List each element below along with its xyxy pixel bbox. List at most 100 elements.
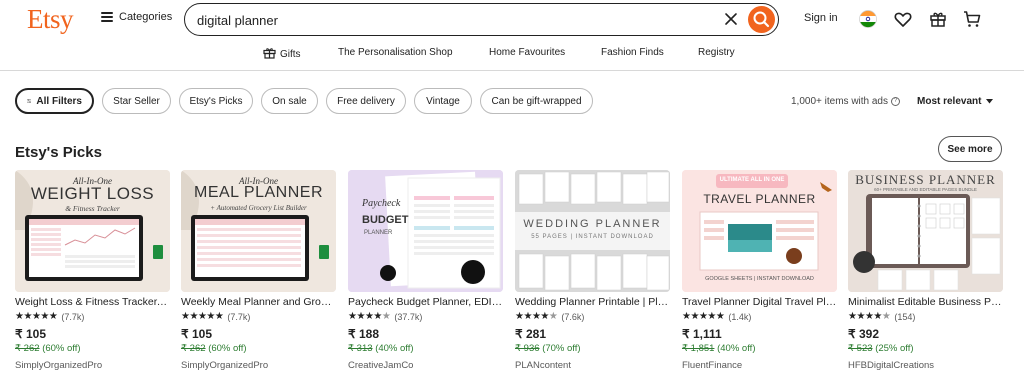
see-more-button[interactable]: See more [938,136,1002,162]
product-image[interactable]: ULTIMATE ALL IN ONE TRAVEL PLANNER GOOGL… [682,170,837,292]
shop-name[interactable]: CreativeJamCo [348,360,413,371]
star-icon: ★ [381,311,391,322]
etsy-logo[interactable]: Etsy [27,4,74,35]
product-image[interactable]: WEDDING PLANNER 55 PAGES | INSTANT DOWNL… [515,170,670,292]
discount: (40% off) [375,343,414,354]
strike-price: ₹ 262 [15,343,40,354]
clear-icon[interactable] [722,10,740,28]
chip-etsys-picks[interactable]: Etsy's Picks [179,88,253,114]
product-rating: ★ ★ ★ ★ ★ (7.7k) [181,311,250,322]
star-icon: ★ [206,311,215,322]
category-nav: Gifts The Personalisation Shop Home Favo… [0,44,1024,62]
product-card[interactable]: ULTIMATE ALL IN ONE TRAVEL PLANNER GOOGL… [682,170,837,378]
nav-fashion-finds[interactable]: Fashion Finds [601,47,664,58]
product-rating: ★ ★ ★ ★ ★ (154) [848,311,915,322]
product-image[interactable]: BUSINESS PLANNER 60+ PRINTABLE AND EDITA… [848,170,1003,292]
help-icon[interactable]: ? [891,97,900,106]
product-title[interactable]: Wedding Planner Printable | Planner [515,296,670,308]
product-card[interactable]: All-In-One MEAL PLANNER + Automated Groc… [181,170,336,378]
cart-icon[interactable] [961,8,983,30]
review-count: (37.7k) [394,311,423,322]
shop-name[interactable]: PLANcontent [515,360,571,371]
gift-icon[interactable] [927,8,949,30]
original-price: ₹ 313 (40% off) [348,343,414,354]
image-text-1: BUSINESS PLANNER [855,172,996,187]
image-text-3: + Automated Grocery List Builder [210,204,307,212]
flag-icon[interactable] [857,8,879,30]
star-icon: ★ [23,311,32,322]
star-icon: ★ [197,311,207,322]
product-price: ₹ 392 [848,327,879,341]
shop-name[interactable]: SimplyOrganizedPro [181,360,268,371]
star-rating: ★ ★ ★ ★ ★ [15,311,58,322]
original-price: ₹ 936 (70% off) [515,343,581,354]
nav-personalisation-shop[interactable]: The Personalisation Shop [338,47,453,58]
image-text-2: TRAVEL PLANNER [703,192,816,206]
product-title[interactable]: Weekly Meal Planner and Grocery List [181,296,336,308]
product-image[interactable]: Paycheck BUDGET PLANNER [348,170,503,292]
chip-free-delivery[interactable]: Free delivery [326,88,406,114]
sort-dropdown[interactable]: Most relevant [917,96,994,107]
shop-name[interactable]: SimplyOrganizedPro [15,360,102,371]
image-text-2: BUDGET [362,214,409,226]
sort-label: Most relevant [917,96,982,107]
star-rating: ★ ★ ★ ★ ★ [181,311,224,322]
product-title[interactable]: Weight Loss & Fitness Tracker, Digital P… [15,296,170,308]
product-title[interactable]: Minimalist Editable Business Planner [848,296,1003,308]
chip-vintage[interactable]: Vintage [414,88,472,114]
site-header: Etsy Categories Sign in [0,0,1024,40]
product-card[interactable]: BUSINESS PLANNER 60+ PRINTABLE AND EDITA… [848,170,1003,378]
product-card[interactable]: All-In-One WEIGHT LOSS & Fitness Tracker… [15,170,170,378]
chip-on-sale[interactable]: On sale [261,88,318,114]
nav-home-favourites[interactable]: Home Favourites [489,47,565,58]
original-price: ₹ 262 (60% off) [181,343,247,354]
star-icon: ★ [515,311,524,322]
image-text-3: GOOGLE SHEETS | INSTANT DOWNLOAD [705,276,814,282]
all-filters-button[interactable]: All Filters [15,88,94,114]
nav-registry[interactable]: Registry [698,47,735,58]
chip-star-seller[interactable]: Star Seller [102,88,171,114]
product-card[interactable]: WEDDING PLANNER 55 PAGES | INSTANT DOWNL… [515,170,670,378]
strike-price: ₹ 262 [181,343,206,354]
chip-gift-wrapped[interactable]: Can be gift-wrapped [480,88,593,114]
strike-price: ₹ 1,851 [682,343,715,354]
categories-label: Categories [119,11,173,23]
review-count: (7.7k) [227,311,251,322]
shop-name[interactable]: FluentFinance [682,360,742,371]
star-icon: ★ [698,311,708,322]
review-count: (1.4k) [728,311,752,322]
results-count-label: 1,000+ items with ads [791,96,888,107]
product-title[interactable]: Travel Planner Digital Travel Planner [682,296,837,308]
results-count: 1,000+ items with ads ? [791,96,900,107]
image-text-2: 55 PAGES | INSTANT DOWNLOAD [531,234,654,240]
product-price: ₹ 281 [515,327,546,341]
product-price: ₹ 105 [181,327,212,341]
image-text-2: 60+ PRINTABLE AND EDITABLE PAGES BUNDLE [874,187,977,192]
header-divider [0,70,1024,71]
sign-in-link[interactable]: Sign in [804,12,838,24]
search-bar [184,3,779,36]
star-rating: ★ ★ ★ ★ ★ [348,311,391,322]
product-rating: ★ ★ ★ ★ ★ (7.6k) [515,311,584,322]
search-button[interactable] [748,6,775,33]
original-price: ₹ 523 (25% off) [848,343,914,354]
search-input[interactable] [197,11,697,29]
image-text-2: WEIGHT LOSS [30,184,155,203]
star-icon: ★ [364,311,374,322]
chevron-down-icon [986,99,994,104]
star-icon: ★ [348,311,357,322]
heart-icon[interactable] [892,8,914,30]
star-icon: ★ [682,311,691,322]
product-rating: ★ ★ ★ ★ ★ (37.7k) [348,311,422,322]
discount: (25% off) [875,343,914,354]
product-title[interactable]: Paycheck Budget Planner, EDITABLE [348,296,503,308]
product-rating: ★ ★ ★ ★ ★ (7.7k) [15,311,84,322]
product-card[interactable]: Paycheck BUDGET PLANNER Paycheck Budget … [348,170,503,378]
product-image[interactable]: All-In-One WEIGHT LOSS & Fitness Tracker [15,170,170,292]
categories-button[interactable]: Categories [101,11,172,23]
shop-name[interactable]: HFBDigitalCreations [848,360,934,371]
star-icon: ★ [356,311,365,322]
star-icon: ★ [707,311,716,322]
product-image[interactable]: All-In-One MEAL PLANNER + Automated Groc… [181,170,336,292]
nav-gifts[interactable]: Gifts [263,47,301,60]
